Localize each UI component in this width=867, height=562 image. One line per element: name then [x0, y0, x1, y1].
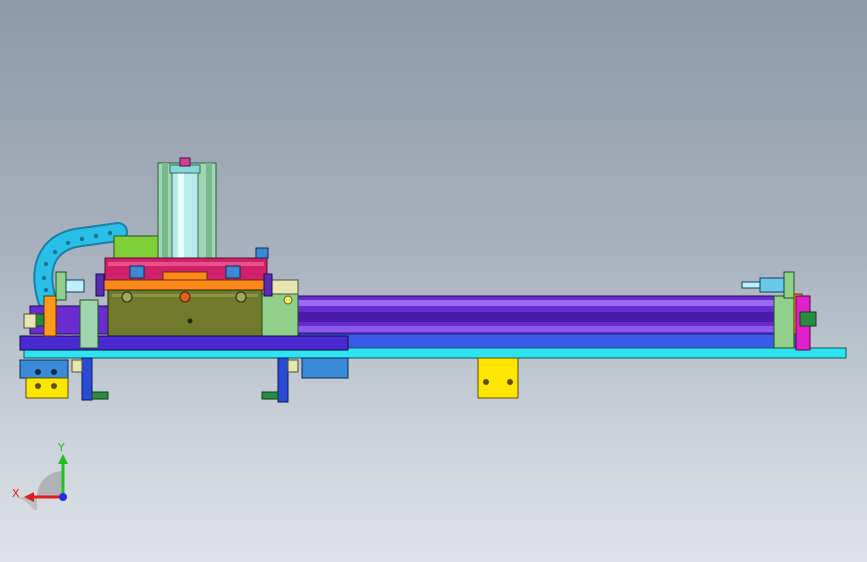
z-axis-dot — [59, 493, 67, 501]
support-legs — [71, 357, 299, 403]
cad-model-view[interactable] — [0, 0, 867, 562]
right-sensor — [263, 273, 273, 297]
carriage-side-plate — [261, 293, 299, 337]
y-axis-label: Y — [58, 441, 65, 454]
cylinder-top-fitting — [179, 157, 191, 167]
x-axis-label: X — [12, 487, 20, 500]
graphics-viewport[interactable]: Y X — [0, 0, 867, 562]
triad-quadrant — [37, 471, 63, 497]
left-sensor — [95, 273, 105, 297]
base-rail-underplate — [19, 335, 349, 351]
carriage-sensor — [269, 279, 299, 295]
carriage-top-plate — [103, 279, 267, 291]
vertical-cylinder-assembly[interactable] — [157, 157, 217, 275]
orientation-triad[interactable]: Y X — [10, 440, 80, 523]
motor-block[interactable] — [113, 235, 159, 261]
